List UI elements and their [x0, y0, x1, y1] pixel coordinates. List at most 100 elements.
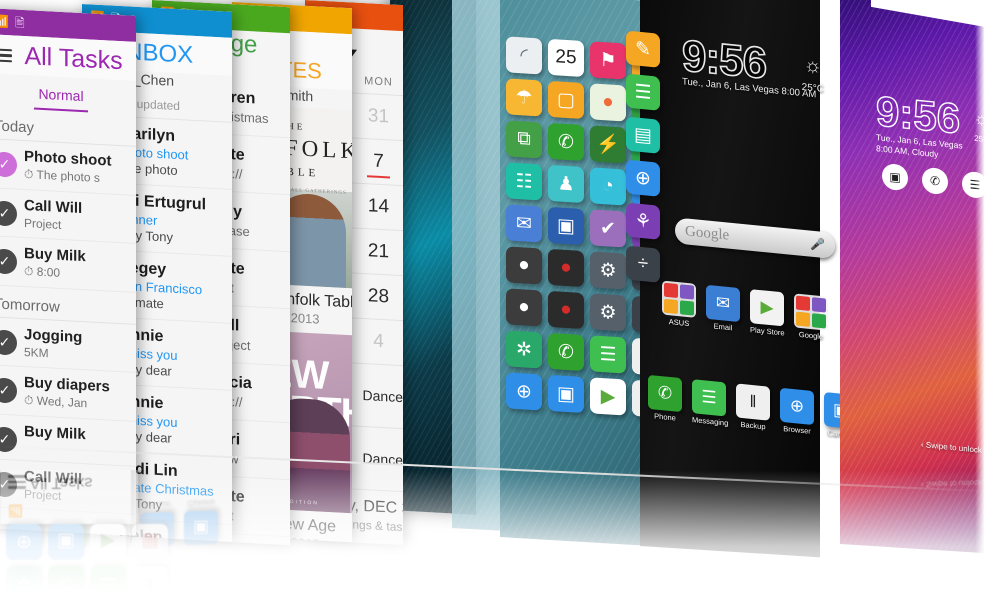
phone-home-screen[interactable]: 9:56 ☼ 25°C Tue., Jan 6, Las Vegas 8:00 … [626, 0, 858, 558]
task-row[interactable]: ✓ Buy diapers ⏱ Wed, Jan [0, 365, 136, 422]
task-row[interactable]: ✓ Call Will Project [0, 459, 136, 515]
camera-icon-2[interactable]: ▣ [548, 374, 584, 413]
email-icon[interactable]: ✉ [506, 204, 542, 243]
task-checkbox[interactable]: ✓ [0, 426, 17, 453]
balloon-icon[interactable]: ● [590, 83, 626, 122]
task-row[interactable]: ✓ Buy Milk [0, 414, 136, 467]
tab-normal[interactable]: Normal [34, 85, 88, 113]
search-placeholder: Google [685, 222, 730, 244]
phone-icon[interactable]: ✆ [648, 374, 682, 413]
contacts-list-icon[interactable]: ☷ [506, 162, 542, 201]
gallery-icon-2[interactable]: ● [506, 288, 542, 327]
phone-shortcut[interactable]: ✆ [922, 166, 948, 196]
task-title: Call Will [24, 196, 83, 218]
file-manager-icon[interactable]: ▢ [548, 80, 584, 119]
task-title: Jogging [24, 325, 83, 347]
mic-icon[interactable]: 🎤 [810, 237, 825, 252]
power-saver-icon[interactable]: ⚡ [590, 125, 626, 164]
calendar-icon[interactable]: 25 [548, 38, 584, 77]
dock-item[interactable]: ✉ Email [706, 284, 740, 333]
task-checkbox[interactable]: ✓ [0, 200, 17, 227]
dock-item[interactable]: ✆ Phone [648, 374, 682, 423]
clock-icon[interactable]: ◜ [506, 36, 542, 75]
messaging-icon[interactable]: ☰ [692, 379, 726, 417]
dock-item[interactable]: ‖ Backup [736, 383, 770, 431]
play-store-icon[interactable]: ▶ [750, 289, 784, 327]
folder-preview [794, 293, 828, 331]
task-title: Buy diapers [24, 373, 110, 396]
mic-icon-2[interactable]: ● [548, 290, 584, 329]
do-it-later-icon[interactable]: ✔ [590, 209, 626, 248]
contacts-icon[interactable]: ♟ [548, 164, 584, 203]
dock-row-bottom: ✆Phone☰Messaging‖Backup⊕Browser▣Camera [648, 374, 858, 441]
play-store-icon[interactable]: ▶ [590, 377, 626, 416]
share-link-icon[interactable]: ⧉ [506, 120, 542, 159]
lockscreen-clock-widget: 9:56 ☼ 25°C Tue., Jan 6, Las Vegas 8:00 … [875, 86, 991, 166]
dock-item-label: Messaging [692, 415, 729, 428]
browser-icon[interactable]: ⊕ [626, 159, 660, 197]
battery-icon: 🖹 [14, 15, 25, 31]
task-row[interactable]: ✓ Photo shoot ⏱ The photo s [0, 139, 136, 196]
browser-icon-2[interactable]: ⊕ [506, 372, 542, 411]
calendar-day-cell[interactable]: 14 [354, 184, 403, 231]
party-icon[interactable]: ⚘ [626, 202, 660, 240]
task-list: Today ✓ Photo shoot ⏱ The photo s ✓ Call Will… [0, 107, 136, 515]
dock-item[interactable]: ASUS [662, 280, 696, 328]
reader-icon[interactable]: ▤ [626, 116, 660, 154]
sound-recorder-icon[interactable]: ● [548, 248, 584, 287]
email-icon[interactable]: ✉ [706, 284, 740, 323]
dock-item[interactable]: ⊕ Browser [780, 387, 814, 436]
dock-item[interactable]: ▶ Play Store [750, 289, 785, 337]
dock-item[interactable]: Google [794, 293, 828, 341]
clock-weather-widget[interactable]: 9:56 ☼ 25°C Tue., Jan 6, Las Vegas 8:00 … [681, 30, 824, 101]
wifi-icon: 📶 [0, 14, 9, 30]
settings-icon[interactable]: ⚙ [590, 251, 626, 290]
backup-icon[interactable]: ‖ [736, 383, 770, 421]
messaging-icon-2[interactable]: ☰ [590, 335, 626, 374]
dock-item-label: Backup [740, 419, 766, 432]
task-checkbox[interactable]: ✓ [0, 248, 17, 275]
calendar-day-cell[interactable]: 4 [354, 319, 403, 366]
task-row[interactable]: ✓ Call Will Project [0, 188, 136, 244]
alarm-icon: ⏱ [24, 392, 34, 408]
share-icon[interactable]: ✲ [506, 330, 542, 369]
gallery-icon[interactable]: ● [506, 246, 542, 285]
calculator-icon[interactable]: ÷ [626, 245, 660, 283]
google-search-bar[interactable]: Google 🎤 [675, 217, 835, 260]
task-title: Buy Milk [24, 244, 86, 266]
settings-icon-2[interactable]: ⚙ [590, 293, 626, 332]
folder-preview [662, 280, 696, 318]
phone-icon-2[interactable]: ✆ [548, 332, 584, 371]
hamburger-menu-icon[interactable] [0, 45, 12, 66]
notes-icon[interactable]: ✎ [626, 30, 660, 68]
calendar-day-cell[interactable]: 31 [354, 94, 403, 141]
task-title: Buy Milk [24, 422, 86, 444]
calendar-day-cell[interactable]: 28 [354, 274, 403, 321]
camera-shortcut[interactable]: ▣ [882, 162, 908, 192]
phone-icon[interactable]: ✆ [548, 122, 584, 161]
dock-item[interactable]: ☰ Messaging [692, 379, 729, 428]
browser-icon[interactable]: ⊕ [780, 387, 814, 426]
weather-icon[interactable]: ☂ [506, 78, 542, 117]
task-checkbox[interactable]: ✓ [0, 151, 17, 178]
promo-stage: ◜25⚑✎☂▢●♫⧉✆⚡♫☷♟◔⊕✉▣✔⚘●●⚙÷●●⚙÷✲✆☰‖⊕▣▶▦ 9:… [0, 0, 991, 593]
task-row[interactable]: ✓ Jogging 5KM [0, 317, 136, 373]
dock-item-label: Browser [783, 424, 811, 436]
task-checkbox[interactable]: ✓ [0, 471, 17, 498]
camera-icon[interactable]: ▣ [548, 206, 584, 245]
task-checkbox[interactable]: ✓ [0, 377, 17, 404]
tasks-app-screen[interactable]: 📶 🖹 All Tasks Normal Today ✓ Photo shoot ⏱ … [0, 8, 136, 536]
phone-lock-screen[interactable]: 9:56 ☼ 25°C Tue., Jan 6, Las Vegas 8:00 … [840, 0, 991, 554]
messaging-icon[interactable]: ☰ [626, 73, 660, 111]
calendar-day-cell[interactable]: 21 [354, 229, 403, 276]
task-subtitle: ⏱ Wed, Jan [24, 392, 88, 411]
task-row[interactable]: ✓ Buy Milk ⏱ 8:00 [0, 236, 136, 293]
calendar-day-cell[interactable]: 7 [354, 139, 403, 186]
task-checkbox[interactable]: ✓ [0, 329, 17, 356]
task-subtitle: Project [24, 486, 62, 503]
lockscreen-shortcuts: ▣✆☰ [882, 162, 988, 200]
maps-icon[interactable]: ⚑ [590, 41, 626, 80]
world-clock-icon[interactable]: ◔ [590, 167, 626, 206]
dock-item-label: Email [713, 321, 733, 333]
dock-item-label: Phone [654, 411, 676, 423]
